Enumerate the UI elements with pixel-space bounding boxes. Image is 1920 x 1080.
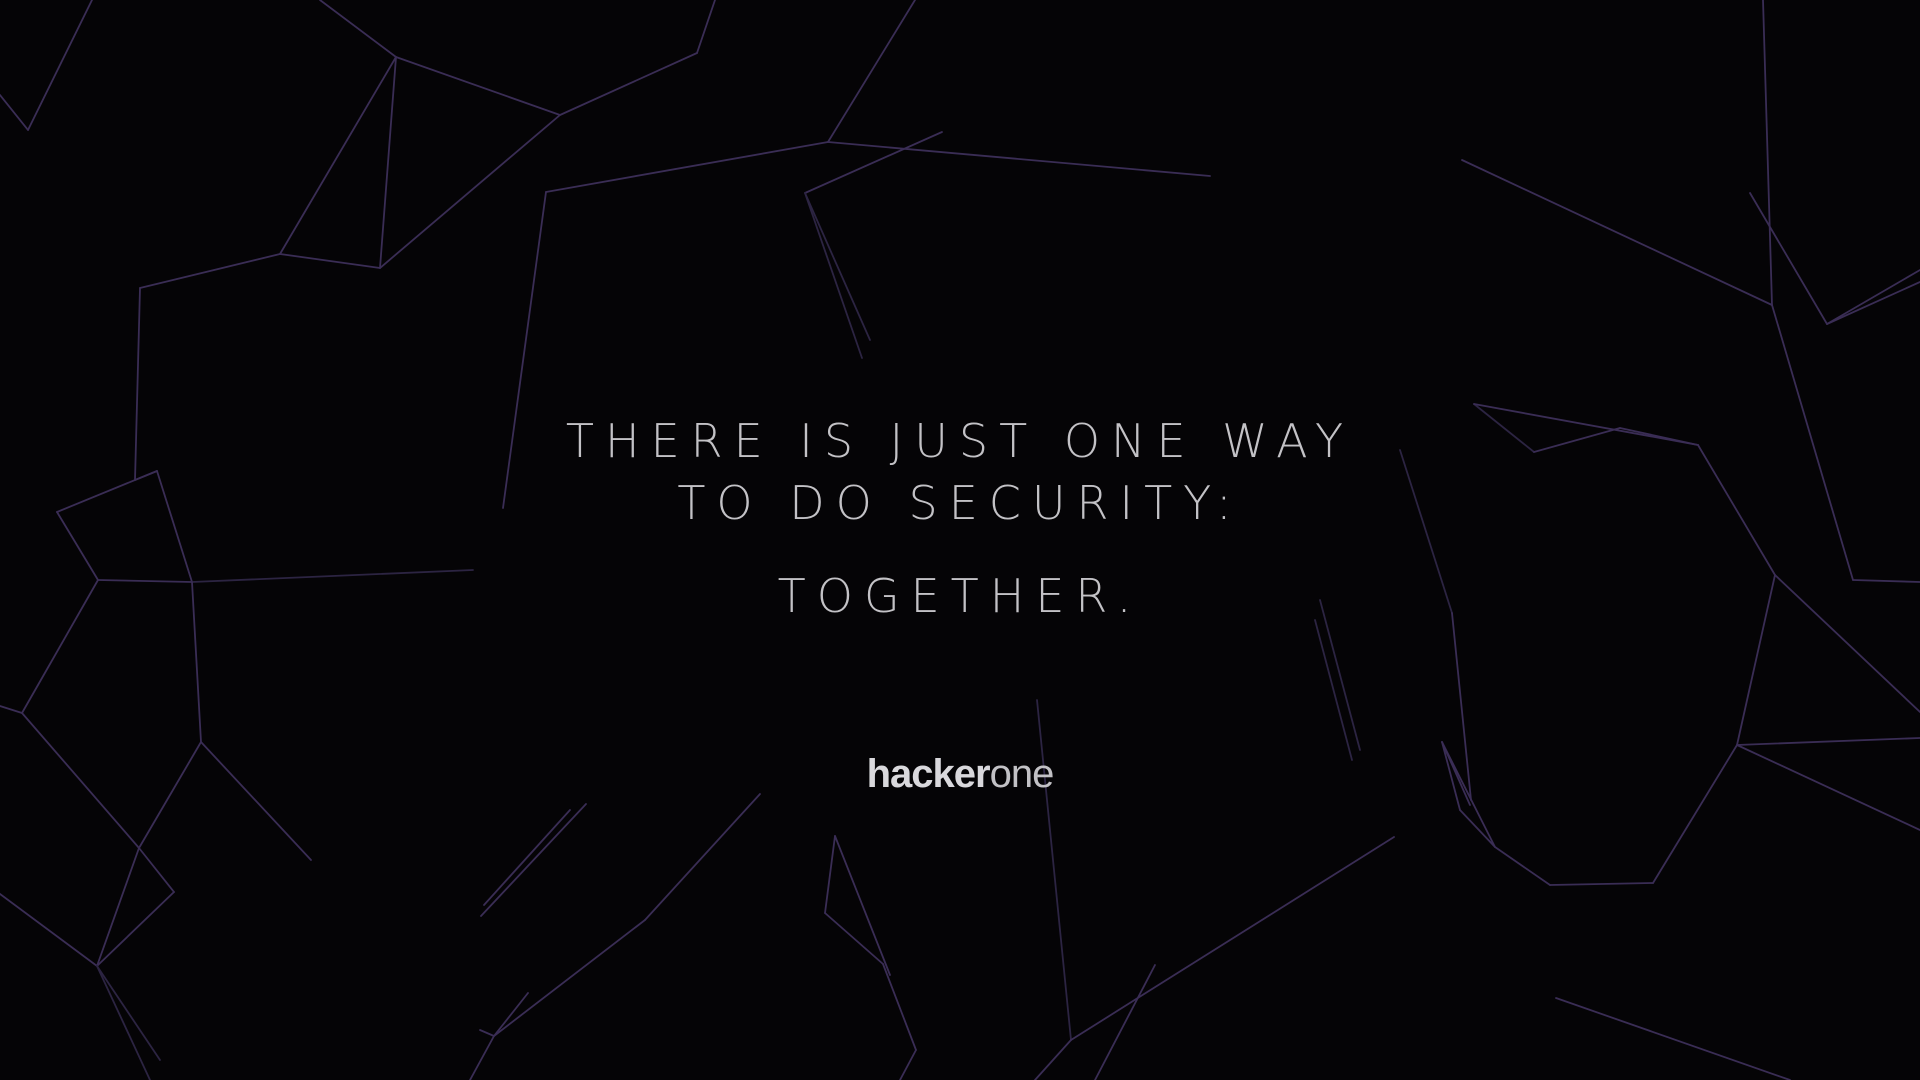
network-line bbox=[824, 912, 884, 965]
network-line bbox=[0, 893, 98, 967]
network-line bbox=[96, 891, 175, 967]
network-line bbox=[1094, 964, 1156, 1080]
network-line bbox=[804, 192, 871, 341]
network-line bbox=[493, 919, 646, 1037]
network-line bbox=[379, 114, 561, 269]
network-line bbox=[827, 141, 1211, 177]
network-line bbox=[1736, 737, 1920, 746]
network-line bbox=[395, 56, 561, 116]
network-line bbox=[545, 141, 829, 193]
network-line bbox=[899, 1049, 917, 1080]
network-line bbox=[479, 1029, 495, 1037]
network-line bbox=[1314, 619, 1353, 761]
hackerone-logo: hackerone bbox=[0, 752, 1920, 797]
network-line bbox=[1494, 846, 1551, 886]
network-line bbox=[0, 705, 23, 714]
network-line bbox=[1070, 836, 1395, 1041]
network-line bbox=[96, 965, 151, 1080]
logo-part-hacker: hacker bbox=[866, 752, 991, 796]
network-line bbox=[827, 0, 916, 143]
network-line bbox=[483, 809, 571, 906]
network-line bbox=[824, 835, 836, 914]
network-line bbox=[1555, 997, 1791, 1080]
tagline-line-1: THERE IS JUST ONE WAY bbox=[565, 414, 1355, 468]
network-line bbox=[804, 192, 863, 359]
network-line bbox=[469, 1035, 495, 1080]
network-line bbox=[96, 965, 161, 1061]
network-line bbox=[319, 0, 397, 58]
network-line bbox=[1034, 1039, 1072, 1080]
network-line bbox=[480, 803, 587, 917]
network-line bbox=[834, 835, 891, 976]
network-line bbox=[644, 793, 761, 921]
network-line bbox=[1749, 192, 1828, 325]
network-line bbox=[27, 0, 93, 131]
network-line bbox=[138, 847, 175, 893]
network-line bbox=[1461, 159, 1773, 306]
network-line bbox=[279, 56, 397, 255]
network-line bbox=[1826, 281, 1920, 325]
logo-part-one: one bbox=[989, 752, 1055, 796]
network-line bbox=[1762, 0, 1773, 306]
network-line bbox=[696, 0, 716, 54]
network-line bbox=[0, 94, 29, 131]
network-line bbox=[96, 847, 140, 967]
tagline-line-2: TO DO SECURITY: bbox=[677, 476, 1243, 530]
network-lines-background bbox=[0, 0, 1920, 1080]
network-line bbox=[1036, 699, 1072, 1041]
network-line bbox=[379, 56, 397, 269]
network-line bbox=[882, 963, 917, 1051]
network-line bbox=[1549, 882, 1654, 886]
network-line bbox=[804, 131, 943, 194]
network-line bbox=[1826, 269, 1920, 325]
network-line bbox=[1459, 809, 1496, 848]
tagline-line-3: TOGETHER. bbox=[777, 569, 1143, 623]
network-line bbox=[279, 253, 381, 269]
network-line bbox=[139, 253, 281, 289]
network-line bbox=[559, 52, 698, 116]
